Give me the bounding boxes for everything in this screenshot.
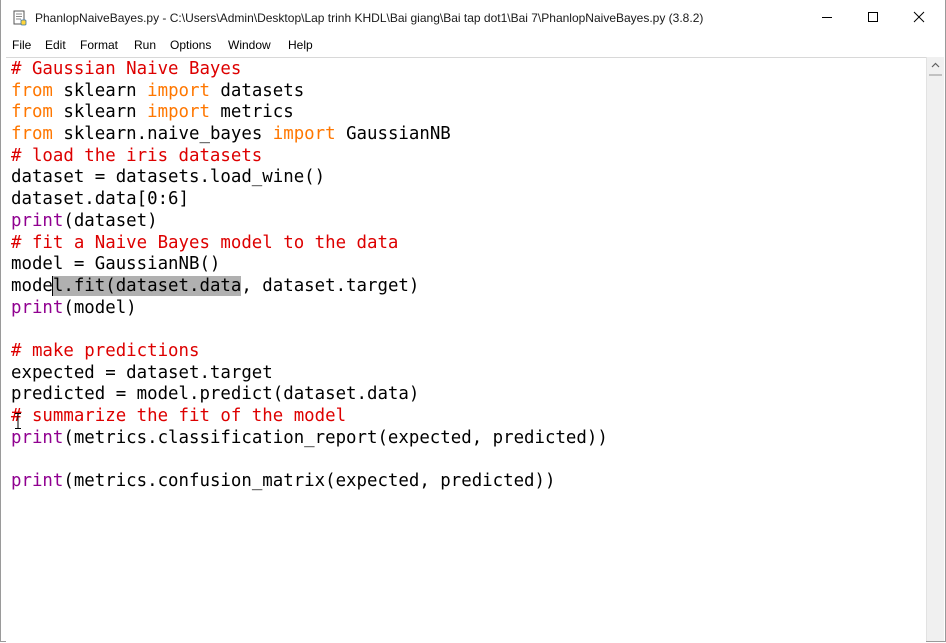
- close-button[interactable]: [896, 0, 942, 34]
- code-line[interactable]: expected = dataset.target: [11, 363, 608, 385]
- code-line-empty[interactable]: [11, 449, 608, 471]
- ibeam-cursor-icon: [15, 413, 21, 429]
- code-line[interactable]: print(model): [11, 298, 608, 320]
- maximize-button[interactable]: [850, 0, 896, 34]
- code-line[interactable]: print(dataset): [11, 211, 608, 233]
- minimize-icon: [822, 17, 832, 18]
- menu-help[interactable]: Help: [288, 38, 313, 52]
- code-line[interactable]: predicted = model.predict(dataset.data): [11, 384, 608, 406]
- code-line[interactable]: model = GaussianNB(): [11, 254, 608, 276]
- code-line[interactable]: print(metrics.classification_report(expe…: [11, 428, 608, 450]
- code-line-empty[interactable]: [11, 319, 608, 341]
- menu-run[interactable]: Run: [134, 38, 156, 52]
- vertical-scrollbar[interactable]: [926, 57, 944, 641]
- window-title: PhanlopNaiveBayes.py - C:\Users\Admin\De…: [35, 11, 704, 25]
- title-bar[interactable]: PhanlopNaiveBayes.py - C:\Users\Admin\De…: [1, 0, 945, 34]
- menu-options[interactable]: Options: [170, 38, 211, 52]
- python-idle-icon: [13, 10, 27, 26]
- code-editor[interactable]: # Gaussian Naive Bayes from sklearn impor…: [6, 57, 926, 642]
- code-line[interactable]: print(metrics.confusion_matrix(expected,…: [11, 471, 608, 493]
- code-comment: # summarize the fit of the model: [11, 406, 347, 426]
- scroll-up-arrow-icon[interactable]: [927, 57, 944, 74]
- maximize-icon: [868, 12, 878, 22]
- code-line[interactable]: from sklearn import datasets: [11, 81, 608, 103]
- menu-format[interactable]: Format: [80, 38, 118, 52]
- code-line[interactable]: dataset = datasets.load_wine(): [11, 167, 608, 189]
- menu-edit[interactable]: Edit: [45, 38, 66, 52]
- code-line[interactable]: # load the iris datasets: [11, 146, 608, 168]
- code-line[interactable]: # fit a Naive Bayes model to the data: [11, 233, 608, 255]
- code-comment: # load the iris datasets: [11, 145, 263, 166]
- scrollbar-thumb[interactable]: [929, 74, 942, 76]
- menu-bar: File Edit Format Run Options Window Help: [1, 34, 945, 56]
- code-text-area[interactable]: # Gaussian Naive Bayes from sklearn impor…: [11, 59, 608, 493]
- code-line[interactable]: from sklearn import metrics: [11, 102, 608, 124]
- code-line[interactable]: from sklearn.naive_bayes import Gaussian…: [11, 124, 608, 146]
- idle-editor-window: PhanlopNaiveBayes.py - C:\Users\Admin\De…: [0, 0, 946, 642]
- code-line[interactable]: # summarize the fit of the model: [11, 406, 608, 428]
- code-line-selected[interactable]: model.fit(dataset.data, dataset.target): [11, 275, 608, 298]
- close-icon: [913, 11, 925, 23]
- code-comment: # make predictions: [11, 340, 200, 361]
- code-comment: # fit a Naive Bayes model to the data: [11, 232, 399, 253]
- menu-file[interactable]: File: [12, 38, 31, 52]
- code-line[interactable]: # make predictions: [11, 341, 608, 363]
- minimize-button[interactable]: [804, 0, 850, 34]
- code-line[interactable]: dataset.data[0:6]: [11, 189, 608, 211]
- text-selection: l.fit(dataset.data: [52, 275, 242, 296]
- menu-window[interactable]: Window: [228, 38, 271, 52]
- code-comment: # Gaussian Naive Bayes: [11, 59, 242, 79]
- code-line[interactable]: # Gaussian Naive Bayes: [11, 59, 608, 81]
